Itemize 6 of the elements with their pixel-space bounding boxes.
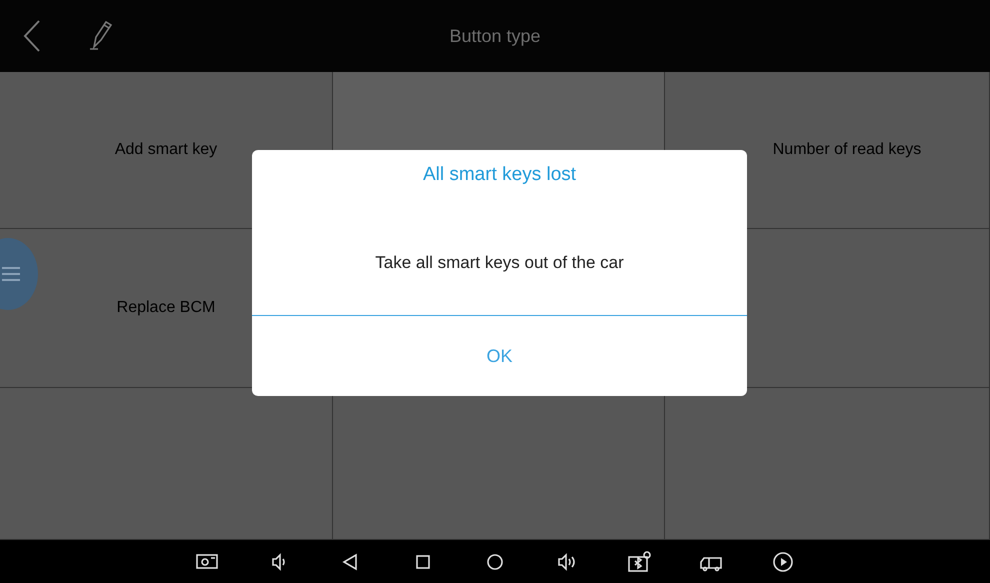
bluetooth-icon[interactable]	[627, 550, 651, 574]
dialog-message: Take all smart keys out of the car	[375, 253, 624, 273]
page-title: Button type	[448, 26, 542, 46]
play-icon[interactable]	[771, 550, 795, 574]
menu-icon	[2, 266, 20, 282]
dialog-title: All smart keys lost	[422, 164, 576, 186]
